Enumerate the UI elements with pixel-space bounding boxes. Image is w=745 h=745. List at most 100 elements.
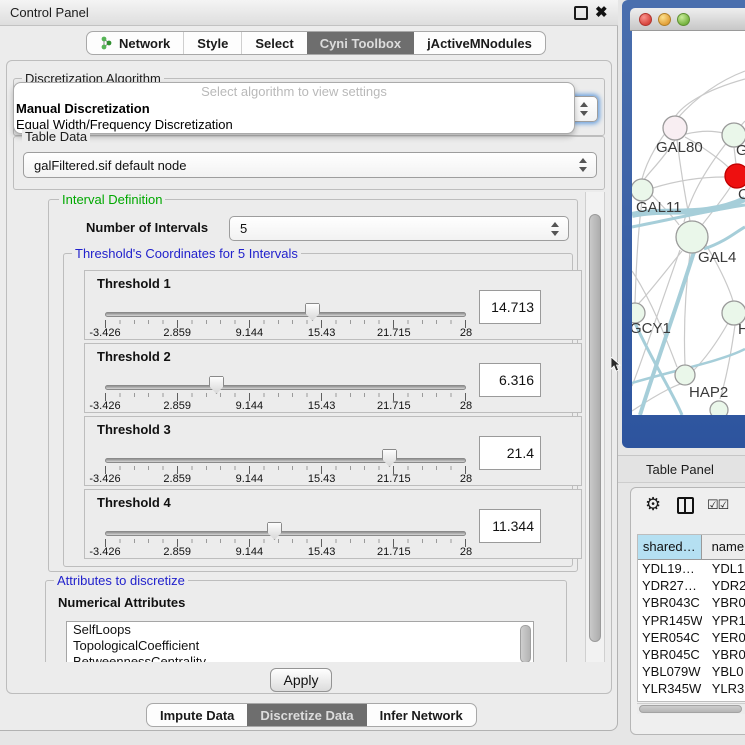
number-of-intervals-combobox[interactable]: 5: [229, 216, 569, 241]
table-data-combobox[interactable]: galFiltered.sif default node: [23, 152, 597, 178]
table-row[interactable]: YPR145W YPR1: [638, 612, 745, 629]
list-item[interactable]: SelfLoops: [67, 622, 533, 638]
slider-tick-labels: -3.426 2.859 9.144 15.43 21.715 28: [105, 546, 466, 558]
cell[interactable]: YER054C: [638, 629, 702, 646]
select-columns-checkboxes-icon[interactable]: ☑☑: [707, 497, 728, 513]
node-red-selected[interactable]: [725, 164, 745, 188]
cell[interactable]: YPR1: [702, 612, 745, 629]
cell[interactable]: YIL0: [702, 698, 745, 703]
cell[interactable]: YPR145W: [638, 612, 702, 629]
gear-icon[interactable]: ⚙: [645, 494, 661, 515]
threshold-1-value-field[interactable]: 14.713: [479, 290, 541, 324]
table-row[interactable]: YDL19… YDL1: [638, 560, 745, 577]
zoom-traffic-light-icon[interactable]: [677, 13, 690, 26]
cell[interactable]: YLR3: [702, 680, 745, 697]
table-row[interactable]: YIL053C YIL0: [638, 698, 745, 703]
cell[interactable]: YBR0: [702, 594, 745, 611]
tab-select[interactable]: Select: [241, 32, 306, 54]
minimize-traffic-light-icon[interactable]: [658, 13, 671, 26]
threshold-3-slider[interactable]: [105, 458, 466, 463]
table-panel: ⚙ ☑☑ shared… name YDL19… YDL1 YDR27… YDR…: [630, 487, 745, 735]
cell[interactable]: YIL053C: [638, 698, 702, 703]
tab-impute-data[interactable]: Impute Data: [147, 704, 247, 726]
tick-label: 2.859: [163, 473, 191, 485]
cell[interactable]: YDL1: [702, 560, 745, 577]
cell[interactable]: YER0: [702, 629, 745, 646]
threshold-3-value-field[interactable]: 21.4: [479, 436, 541, 470]
node-partial[interactable]: [710, 401, 728, 415]
list-item[interactable]: TopologicalCoefficient: [67, 638, 533, 654]
tab-cyni-toolbox-label: Cyni Toolbox: [320, 36, 401, 51]
column-header-shared-name[interactable]: shared…: [638, 535, 702, 559]
node-hap2[interactable]: [675, 365, 695, 385]
cell[interactable]: YLR345W: [638, 680, 702, 697]
table-row[interactable]: YBL079W YBL0: [638, 663, 745, 680]
dropdown-option-equal-width[interactable]: Equal Width/Frequency Discretization: [14, 117, 574, 133]
tick-label: -3.426: [89, 400, 120, 412]
node-attribute-table[interactable]: shared… name YDL19… YDL1 YDR27… YDR2 YBR…: [637, 534, 745, 702]
table-row[interactable]: YDR27… YDR2: [638, 577, 745, 594]
close-traffic-light-icon[interactable]: [639, 13, 652, 26]
slider-tick-labels: -3.426 2.859 9.144 15.43 21.715 28: [105, 327, 466, 339]
threshold-2-slider[interactable]: [105, 385, 466, 390]
table-row[interactable]: YER054C YER0: [638, 629, 745, 646]
numerical-attributes-list[interactable]: SelfLoops TopologicalCoefficient Between…: [66, 621, 534, 662]
apply-button[interactable]: Apply: [270, 668, 332, 692]
table-row[interactable]: YBR045C YBR0: [638, 646, 745, 663]
threshold-1-slider[interactable]: [105, 312, 466, 317]
threshold-4-slider[interactable]: [105, 531, 466, 536]
attributes-group-label: Attributes to discretize: [54, 573, 188, 588]
list-scrollbar[interactable]: [520, 625, 531, 662]
table-panel-titlebar: Table Panel: [618, 455, 745, 483]
column-header-name[interactable]: name: [702, 535, 745, 559]
tab-cyni-toolbox[interactable]: Cyni Toolbox: [307, 32, 414, 54]
tick-label: -3.426: [89, 473, 120, 485]
dropdown-placeholder-item[interactable]: Select algorithm to view settings: [14, 83, 574, 101]
panel-scrollbar-thumb[interactable]: [589, 214, 601, 642]
table-row[interactable]: YBR043C YBR0: [638, 594, 745, 611]
threshold-4-panel: Threshold 4 -3.426 2.859 9.144 15.43 21.…: [84, 489, 582, 559]
table-data-combobox-value: galFiltered.sif default node: [34, 158, 186, 173]
node-gal80[interactable]: [663, 116, 687, 140]
table-horizontal-scrollbar-thumb[interactable]: [639, 705, 742, 713]
tick-label: -3.426: [89, 327, 120, 339]
tick-label: 28: [460, 400, 472, 412]
tick-label: 21.715: [377, 473, 411, 485]
network-window-titlebar[interactable]: [630, 8, 745, 31]
columns-icon[interactable]: [677, 497, 694, 514]
tab-infer-network[interactable]: Infer Network: [367, 704, 476, 726]
float-window-icon[interactable]: [574, 6, 588, 20]
cell[interactable]: YDR27…: [638, 577, 702, 594]
network-canvas[interactable]: GAL80 GA C GAL11 GAL4 GCY1 H HAP2: [632, 31, 745, 415]
cell[interactable]: YDR2: [702, 577, 745, 594]
table-horizontal-scrollbar[interactable]: [637, 703, 745, 714]
algorithm-dropdown-popup: Select algorithm to view settings Manual…: [13, 82, 575, 134]
cell[interactable]: YBR043C: [638, 594, 702, 611]
threshold-3-slider-thumb[interactable]: [382, 449, 397, 467]
cell[interactable]: YBR045C: [638, 646, 702, 663]
threshold-2-value-field[interactable]: 6.316: [479, 363, 541, 397]
tick-label: 9.144: [236, 327, 264, 339]
cell[interactable]: YBR0: [702, 646, 745, 663]
node-label-gal80: GAL80: [656, 139, 703, 156]
node-gal11[interactable]: [632, 179, 653, 201]
tab-network[interactable]: Network: [87, 32, 183, 54]
panel-scrollbar-track[interactable]: [585, 192, 605, 662]
tab-discretize-data[interactable]: Discretize Data: [247, 704, 366, 726]
cell[interactable]: YBL079W: [638, 663, 702, 680]
tab-style[interactable]: Style: [183, 32, 241, 54]
table-data-group-label: Table Data: [22, 129, 90, 144]
list-item[interactable]: BetweennessCentrality: [67, 654, 533, 662]
tick-label: 28: [460, 473, 472, 485]
tab-jactivemnodules[interactable]: jActiveMNodules: [414, 32, 545, 54]
dropdown-option-manual[interactable]: Manual Discretization: [14, 101, 574, 117]
threshold-4-slider-thumb[interactable]: [267, 522, 282, 540]
close-icon[interactable]: ✖: [595, 3, 608, 21]
threshold-4-value-field[interactable]: 11.344: [479, 509, 541, 543]
control-panel-titlebar: Control Panel: [0, 0, 618, 26]
cell[interactable]: YDL19…: [638, 560, 702, 577]
threshold-1-slider-thumb[interactable]: [305, 303, 320, 321]
threshold-2-slider-thumb[interactable]: [209, 376, 224, 394]
cell[interactable]: YBL0: [702, 663, 745, 680]
table-row[interactable]: YLR345W YLR3: [638, 680, 745, 697]
